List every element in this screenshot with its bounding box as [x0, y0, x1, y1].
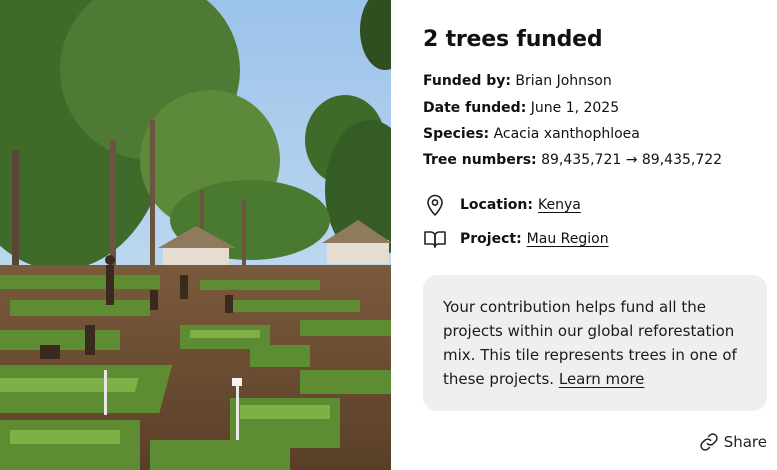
location-link[interactable]: Kenya	[538, 197, 581, 213]
share-label: Share	[723, 433, 767, 451]
date-funded-value: June 1, 2025	[530, 100, 620, 116]
location-label: Location:	[460, 197, 533, 213]
species-field: Species: Acacia xanthophloea	[423, 126, 640, 142]
project-label: Project:	[460, 231, 522, 247]
link-icon	[699, 432, 719, 452]
learn-more-link[interactable]: Learn more	[559, 370, 645, 388]
tile-details-panel: 2 trees funded Funded by: Brian Johnson …	[423, 0, 777, 470]
tree-numbers-field: Tree numbers: 89,435,721 → 89,435,722	[423, 152, 722, 168]
species-label: Species:	[423, 126, 490, 142]
funded-by-label: Funded by:	[423, 73, 511, 89]
location-row: Location: Kenya	[423, 193, 581, 217]
share-button[interactable]: Share	[699, 432, 767, 452]
date-funded-field: Date funded: June 1, 2025	[423, 100, 619, 116]
contribution-info-box: Your contribution helps fund all the pro…	[423, 275, 767, 411]
map-pin-icon	[423, 193, 447, 217]
project-row: Project: Mau Region	[423, 227, 609, 251]
tree-numbers-label: Tree numbers:	[423, 152, 537, 168]
tree-numbers-value: 89,435,721 → 89,435,722	[541, 152, 723, 168]
funded-by-value: Brian Johnson	[515, 73, 612, 89]
tree-nursery-photo	[0, 0, 391, 470]
species-value: Acacia xanthophloea	[493, 126, 640, 142]
project-link[interactable]: Mau Region	[527, 231, 609, 247]
open-book-icon	[423, 227, 447, 251]
funded-by-field: Funded by: Brian Johnson	[423, 73, 612, 89]
date-funded-label: Date funded:	[423, 100, 527, 116]
page-title: 2 trees funded	[423, 27, 603, 52]
